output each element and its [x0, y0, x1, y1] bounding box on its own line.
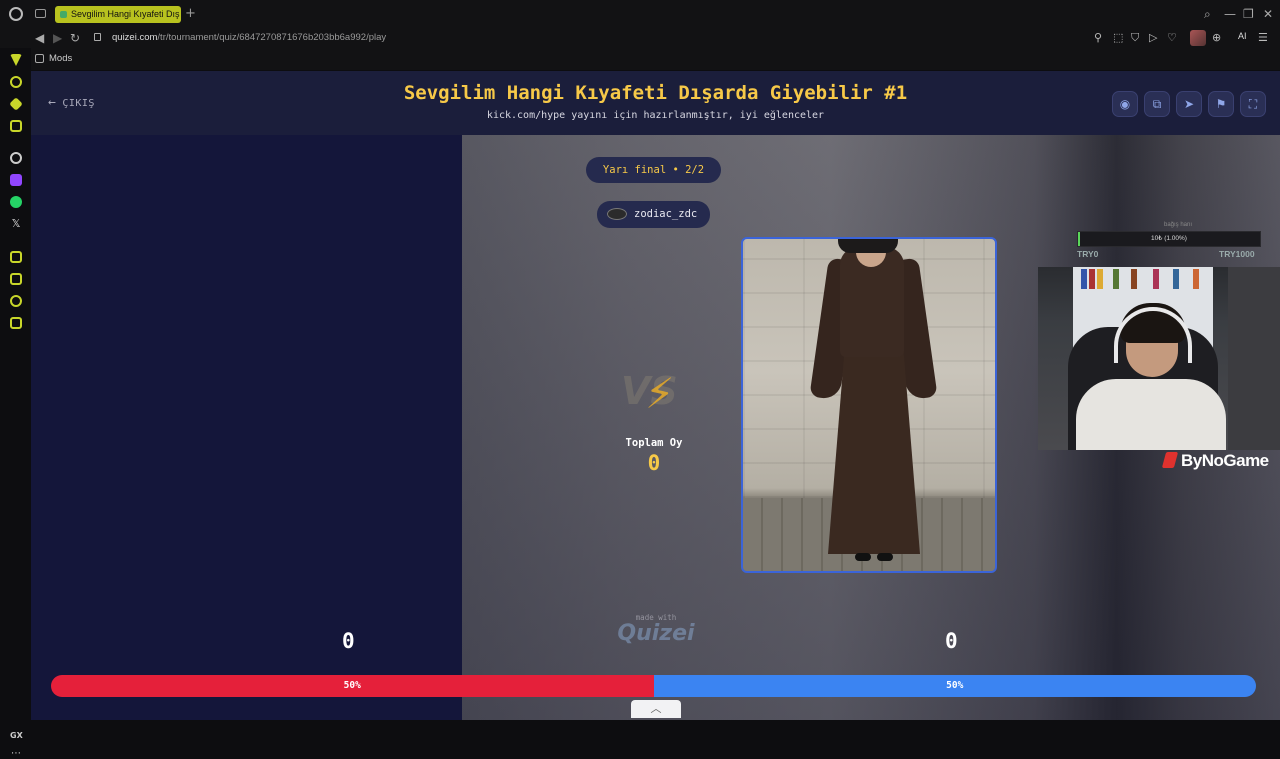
menu-icon[interactable]: ☰: [1258, 31, 1268, 45]
quizei-logo[interactable]: Quizei: [611, 621, 701, 646]
book: [1097, 269, 1103, 289]
gx-tools-icon[interactable]: [10, 273, 22, 285]
fullscreen-icon[interactable]: ⛶: [1240, 91, 1266, 117]
address-bar: ◀ ▶ ↻ quizei.com/tr/tournament/quiz/6847…: [0, 28, 1280, 48]
model-hair: [838, 239, 898, 253]
mods-icon[interactable]: [35, 54, 44, 63]
donation-goal-min: TRY0: [1077, 249, 1099, 259]
creator-name: zodiac_zdc: [634, 208, 698, 220]
streamer-shirt: [1076, 379, 1226, 450]
left-choice-panel[interactable]: [31, 135, 462, 720]
forward-icon[interactable]: ▶: [53, 31, 62, 45]
gx-hex-icon[interactable]: [10, 120, 22, 132]
left-vote-share: 50%: [51, 675, 654, 697]
book: [1081, 269, 1087, 289]
book: [1193, 269, 1199, 289]
bookmark-mods[interactable]: Mods: [49, 53, 72, 64]
quiz-header: ← ÇIKIŞ Sevgilim Hangi Kıyafeti Dışarda G…: [31, 71, 1280, 135]
active-tab[interactable]: Sevgilim Hangi Kıyafeti Dış: [55, 6, 181, 23]
profile-avatar[interactable]: [1190, 30, 1206, 46]
book: [1113, 269, 1119, 289]
shield-icon[interactable]: ⛉: [1131, 31, 1139, 45]
room-wall: [1228, 267, 1280, 450]
eye-icon[interactable]: ◉: [1112, 91, 1138, 117]
brand-logo: ByNoGame: [1161, 451, 1269, 471]
right-choice-image[interactable]: [741, 237, 997, 573]
url-path: /tr/tournament/quiz/6847270871676b203bb6…: [157, 32, 387, 43]
opera-logo-icon[interactable]: [9, 7, 23, 21]
send-icon[interactable]: ➤: [1176, 91, 1202, 117]
shoe-left: [855, 553, 871, 561]
quiz-subtitle: kick.com/hype yayını için hazırlanmıştır…: [486, 110, 825, 121]
browser-sidebar: 𝕏 GX ⋯: [0, 48, 31, 759]
back-icon[interactable]: ◀: [35, 31, 44, 45]
restore-icon[interactable]: ❐: [1243, 7, 1254, 21]
donation-goal-bar: 10₺ (1.00%): [1077, 231, 1261, 247]
close-icon[interactable]: ✕: [1263, 7, 1273, 21]
heart-icon[interactable]: ♡: [1167, 31, 1177, 45]
quiz-title: Sevgilim Hangi Kıyafeti Dışarda Giyebili…: [403, 82, 908, 104]
url-host: quizei.com: [112, 32, 158, 43]
lock-icon: [94, 33, 101, 41]
brand-name: ByNoGame: [1181, 451, 1269, 470]
gx-label[interactable]: GX: [10, 731, 23, 740]
creator-badge[interactable]: zodiac_zdc: [597, 201, 710, 228]
play-icon[interactable]: ▷: [1149, 31, 1157, 45]
more-icon[interactable]: ⋯: [11, 748, 21, 759]
lightning-icon: ⚡: [645, 369, 675, 418]
x-icon[interactable]: 𝕏: [10, 218, 22, 230]
donation-goal-name: bağış hanı: [1163, 222, 1193, 228]
donation-goal-max: TRY1000: [1219, 249, 1255, 259]
gx-games-icon[interactable]: [10, 295, 22, 307]
new-tab-icon[interactable]: +: [185, 6, 196, 22]
reload-icon[interactable]: ↻: [70, 31, 80, 45]
streamer-webcam: [1038, 267, 1280, 450]
right-score: 0: [945, 629, 958, 653]
book: [1173, 269, 1179, 289]
pin-icon[interactable]: ⚲: [1094, 31, 1102, 45]
total-votes-label: Toplam Oy: [625, 437, 683, 449]
book: [1089, 269, 1095, 289]
brand-mark-icon: [1161, 452, 1179, 468]
book: [1153, 269, 1159, 289]
book: [1131, 269, 1137, 289]
donation-goal-progress: 10₺ (1.00%): [1151, 235, 1187, 242]
right-vote-share: 50%: [653, 675, 1256, 697]
gx-diamond-icon[interactable]: [9, 97, 23, 111]
minimize-icon[interactable]: —: [1224, 7, 1236, 21]
gx-extension-icon[interactable]: [10, 251, 22, 263]
quiz-page: ← ÇIKIŞ Sevgilim Hangi Kıyafeti Dışarda G…: [31, 71, 1280, 720]
gx-settings-icon[interactable]: [10, 317, 22, 329]
flag-icon[interactable]: ⚑: [1208, 91, 1234, 117]
vote-ratio-bar: 50% 50%: [51, 675, 1256, 697]
creator-avatar: [607, 208, 627, 220]
chevron-up-icon[interactable]: ︿: [631, 700, 681, 718]
whatsapp-icon[interactable]: [10, 196, 22, 208]
stage-badge: Yarı final • 2/2: [586, 157, 721, 183]
chatgpt-icon[interactable]: [10, 152, 22, 164]
snapshot-icon[interactable]: ⬚: [1113, 31, 1123, 45]
shoe-right: [877, 553, 893, 561]
gx-corner-icon[interactable]: [10, 54, 22, 66]
vpn-icon[interactable]: ⊕: [1212, 31, 1221, 45]
url-field[interactable]: quizei.com/tr/tournament/quiz/6847270871…: [112, 31, 386, 45]
share-icon[interactable]: ⧉: [1144, 91, 1170, 117]
bookmarks-bar: Mods: [0, 48, 1280, 70]
browser-tab-bar: Sevgilim Hangi Kıyafeti Dış + ⌕ — ❐ ✕: [0, 0, 1280, 28]
ai-button[interactable]: AI: [1238, 31, 1247, 41]
tab-overview-icon[interactable]: [35, 9, 46, 18]
search-icon[interactable]: ⌕: [1204, 7, 1211, 21]
gx-control-icon[interactable]: [10, 76, 22, 88]
twitch-icon[interactable]: [10, 174, 22, 186]
left-score: 0: [342, 629, 355, 653]
total-votes-value: 0: [647, 451, 661, 475]
